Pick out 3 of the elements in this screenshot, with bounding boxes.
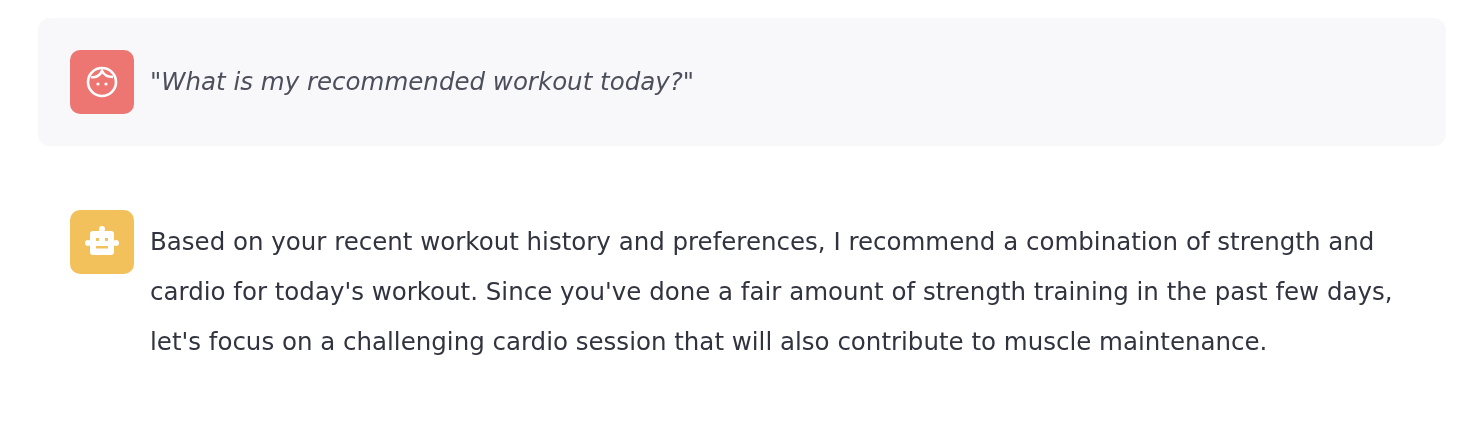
user-message-text: "What is my recommended workout today?" xyxy=(150,66,694,98)
assistant-message-text: Based on your recent workout history and preferences, I recommend a combination of strength and cardio for today's workout. Since you've done a fair amount of strength training in the past few days, let's focus on a challenging cardio session that will also contribute to muscle maintenance. xyxy=(150,226,1394,358)
user-icon xyxy=(84,64,120,100)
